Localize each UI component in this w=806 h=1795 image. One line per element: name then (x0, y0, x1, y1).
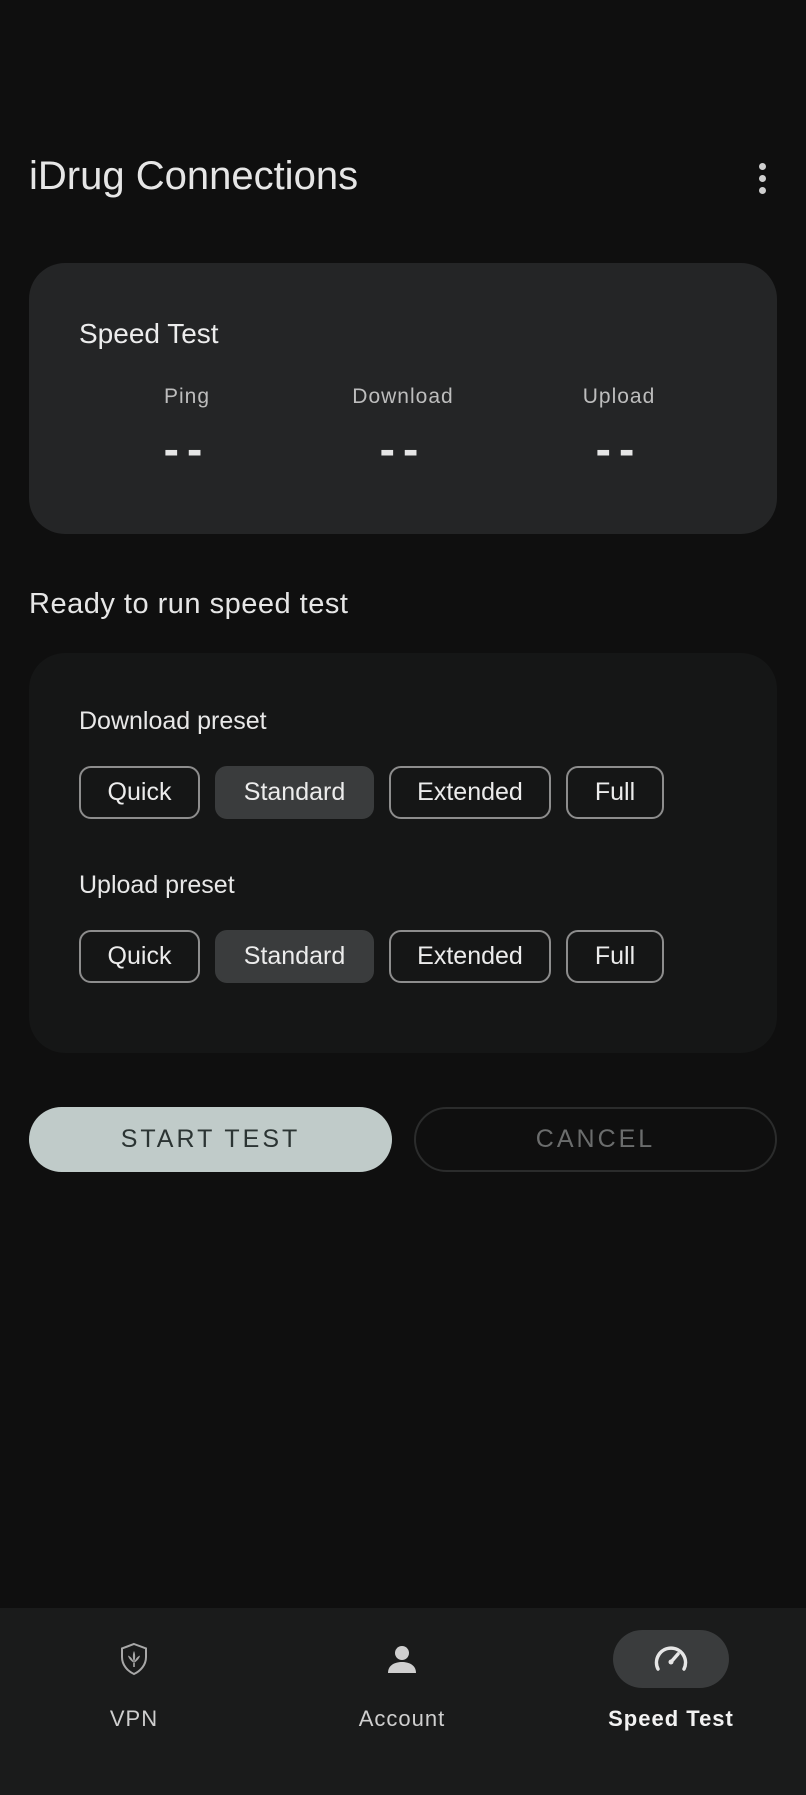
speedometer-icon (654, 1646, 688, 1671)
download-chip-full[interactable]: Full (566, 766, 664, 819)
metric-value-upload: -- (595, 423, 643, 475)
shield-leaf-icon (121, 1642, 147, 1676)
nav-item-vpn[interactable]: VPN (0, 1608, 268, 1795)
preset-card: Download preset Quick Standard Extended … (29, 653, 777, 1053)
more-dot (758, 186, 766, 194)
person-icon (388, 1646, 416, 1673)
upload-preset-label: Upload preset (79, 871, 235, 899)
metric-ping: Ping -- (87, 385, 287, 475)
nav-label-speed-test: Speed Test (608, 1706, 734, 1731)
more-dot (758, 174, 766, 182)
nav-item-speed-test[interactable]: Speed Test (537, 1608, 805, 1795)
metric-upload: Upload -- (519, 385, 719, 475)
upload-chip-full[interactable]: Full (566, 930, 664, 983)
nav-label-account: Account (358, 1706, 446, 1731)
speed-test-screen: iDrug Connections Speed Test Ping -- Dow… (0, 0, 806, 1795)
bottom-navigation: VPN Account Speed Test (0, 1608, 806, 1795)
nav-icon-container (344, 1630, 460, 1688)
upload-chip-extended[interactable]: Extended (389, 930, 551, 983)
download-chip-standard[interactable]: Standard (215, 766, 374, 819)
more-vert-icon[interactable] (744, 150, 780, 206)
download-chip-extended[interactable]: Extended (389, 766, 551, 819)
metric-label-download: Download (352, 385, 454, 408)
status-text: Ready to run speed test (29, 588, 349, 620)
more-dot (758, 162, 766, 170)
metric-label-upload: Upload (582, 385, 656, 408)
nav-icon-container (613, 1630, 729, 1688)
metric-value-ping: -- (163, 423, 211, 475)
nav-label-vpn: VPN (109, 1706, 159, 1731)
speed-card-title: Speed Test (79, 318, 219, 349)
metric-value-download: -- (379, 423, 427, 475)
upload-chip-standard[interactable]: Standard (215, 930, 374, 983)
metric-download: Download -- (303, 385, 503, 475)
app-title: iDrug Connections (29, 154, 359, 198)
download-chip-quick[interactable]: Quick (79, 766, 200, 819)
speed-results-card: Speed Test Ping -- Download -- Upload -- (29, 263, 777, 534)
download-preset-chips: Quick Standard Extended Full (79, 766, 664, 819)
cancel-button[interactable]: CANCEL (414, 1107, 777, 1172)
upload-preset-chips: Quick Standard Extended Full (79, 930, 664, 983)
nav-item-account[interactable]: Account (268, 1608, 536, 1795)
nav-icon-container (76, 1630, 192, 1688)
start-test-button[interactable]: START TEST (29, 1107, 392, 1172)
metric-label-ping: Ping (163, 385, 211, 408)
download-preset-label: Download preset (79, 707, 267, 735)
upload-chip-quick[interactable]: Quick (79, 930, 200, 983)
